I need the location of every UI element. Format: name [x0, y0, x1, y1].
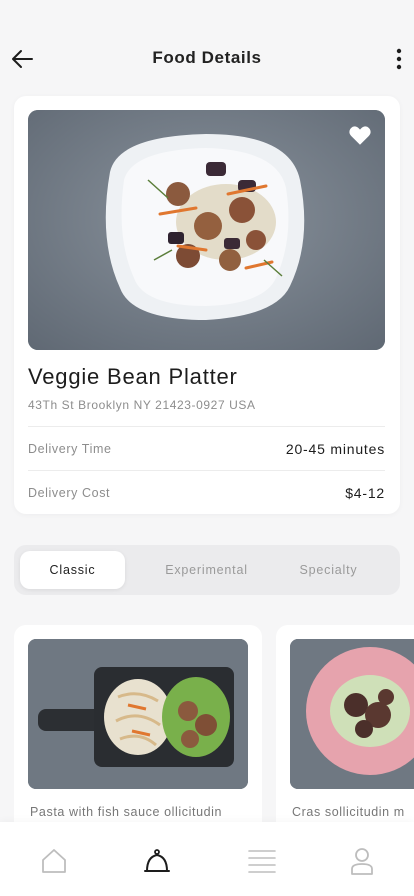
divider — [28, 470, 385, 471]
divider — [28, 426, 385, 427]
food-details-screen: Food Details Veggie Bean Platter 43Th St… — [0, 0, 414, 896]
more-options-button[interactable] — [394, 46, 404, 72]
food-name: Veggie Bean Platter — [28, 364, 238, 389]
product-card[interactable]: Pasta with fish sauce ollicitudin — [14, 625, 262, 835]
tab-classic[interactable]: Classic — [20, 551, 125, 589]
product-image — [28, 639, 248, 789]
product-card[interactable]: Cras sollicitudin m — [276, 625, 414, 835]
header: Food Details — [0, 36, 414, 80]
category-tabs: Classic Experimental Specialty — [14, 545, 400, 595]
tab-specialty[interactable]: Specialty — [276, 551, 381, 589]
nav-orders[interactable] — [142, 846, 172, 876]
bell-icon — [144, 849, 170, 872]
product-name: Pasta with fish sauce ollicitudin — [30, 805, 223, 819]
product-name: Cras sollicitudin m — [292, 805, 405, 819]
food-address: 43Th St Brooklyn NY 21423-0927 USA — [28, 398, 256, 412]
delivery-time-label: Delivery Time — [28, 442, 112, 456]
food-card: Veggie Bean Platter 43Th St Brooklyn NY … — [14, 96, 400, 514]
list-icon — [248, 850, 276, 873]
more-vertical-icon — [396, 48, 402, 70]
nav-home[interactable] — [39, 846, 69, 876]
delivery-time-value: 20-45 minutes — [285, 441, 385, 457]
bottom-navigation — [0, 822, 414, 896]
product-image — [290, 639, 414, 789]
nav-list[interactable] — [247, 846, 277, 876]
nav-profile[interactable] — [347, 846, 377, 876]
delivery-cost-label: Delivery Cost — [28, 486, 111, 500]
food-image — [28, 110, 385, 350]
home-icon — [42, 849, 66, 873]
favorite-button[interactable] — [347, 122, 373, 148]
delivery-cost-value: $4-12 — [345, 485, 385, 501]
tab-experimental[interactable]: Experimental — [154, 551, 259, 589]
profile-icon — [351, 848, 373, 875]
heart-icon — [349, 126, 371, 145]
page-title: Food Details — [152, 48, 262, 67]
